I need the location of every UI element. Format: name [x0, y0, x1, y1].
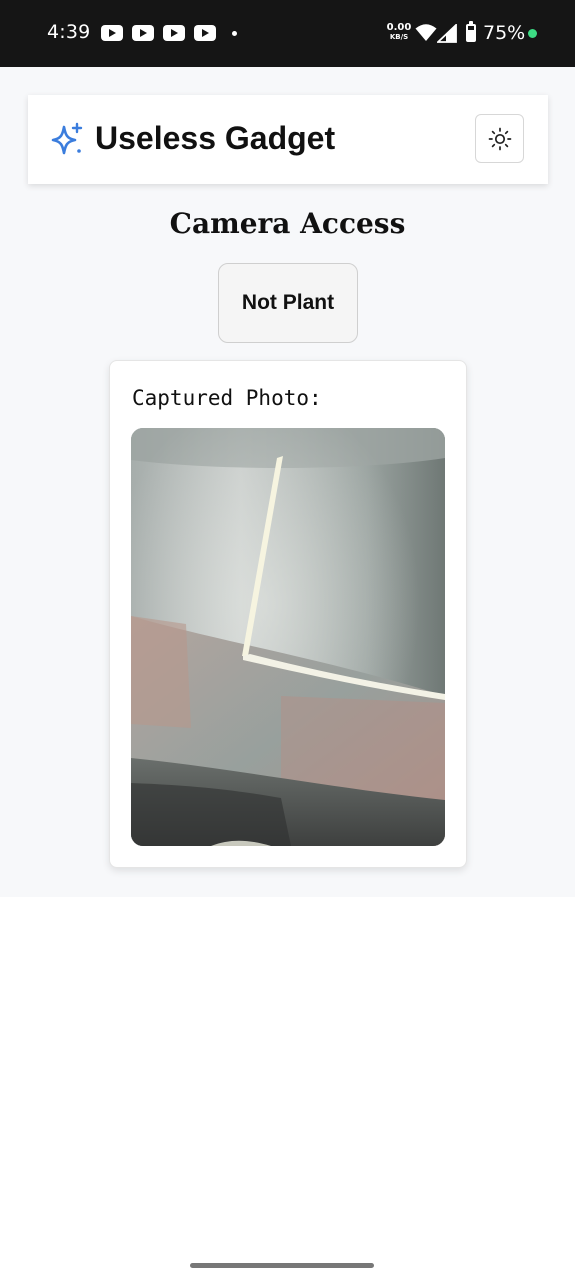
result-button[interactable]: Not Plant	[218, 263, 358, 343]
captured-photo-label: Captured Photo:	[132, 386, 322, 410]
network-speed-value: 0.00	[386, 22, 412, 33]
youtube-icon	[194, 25, 216, 41]
home-indicator[interactable]	[190, 1263, 374, 1268]
app-header: Useless Gadget	[28, 95, 548, 184]
wifi-icon	[415, 24, 437, 41]
page-title: Camera Access	[169, 207, 406, 240]
captured-photo-image	[131, 428, 445, 846]
captured-photo	[131, 428, 445, 846]
sparkle-icon	[51, 122, 83, 155]
youtube-icon	[163, 25, 185, 41]
youtube-icon	[132, 25, 154, 41]
sun-icon	[488, 127, 512, 151]
status-bar: 4:39 0.00 KB/S 75%	[0, 0, 575, 67]
signal-icon	[437, 24, 457, 43]
app-area: Useless Gadget Camera Access Not Plant C…	[0, 67, 575, 897]
charging-dot-icon	[528, 29, 537, 38]
battery-icon	[466, 21, 476, 42]
captured-photo-card: Captured Photo:	[109, 360, 467, 868]
more-notifications-icon	[232, 31, 237, 36]
theme-toggle-button[interactable]	[475, 114, 524, 163]
app-title: Useless Gadget	[95, 120, 336, 156]
status-time: 4:39	[47, 21, 91, 43]
battery-percent: 75%	[483, 22, 526, 44]
network-speed: 0.00 KB/S	[386, 23, 412, 42]
network-speed-unit: KB/S	[389, 33, 409, 41]
youtube-icon	[101, 25, 123, 41]
